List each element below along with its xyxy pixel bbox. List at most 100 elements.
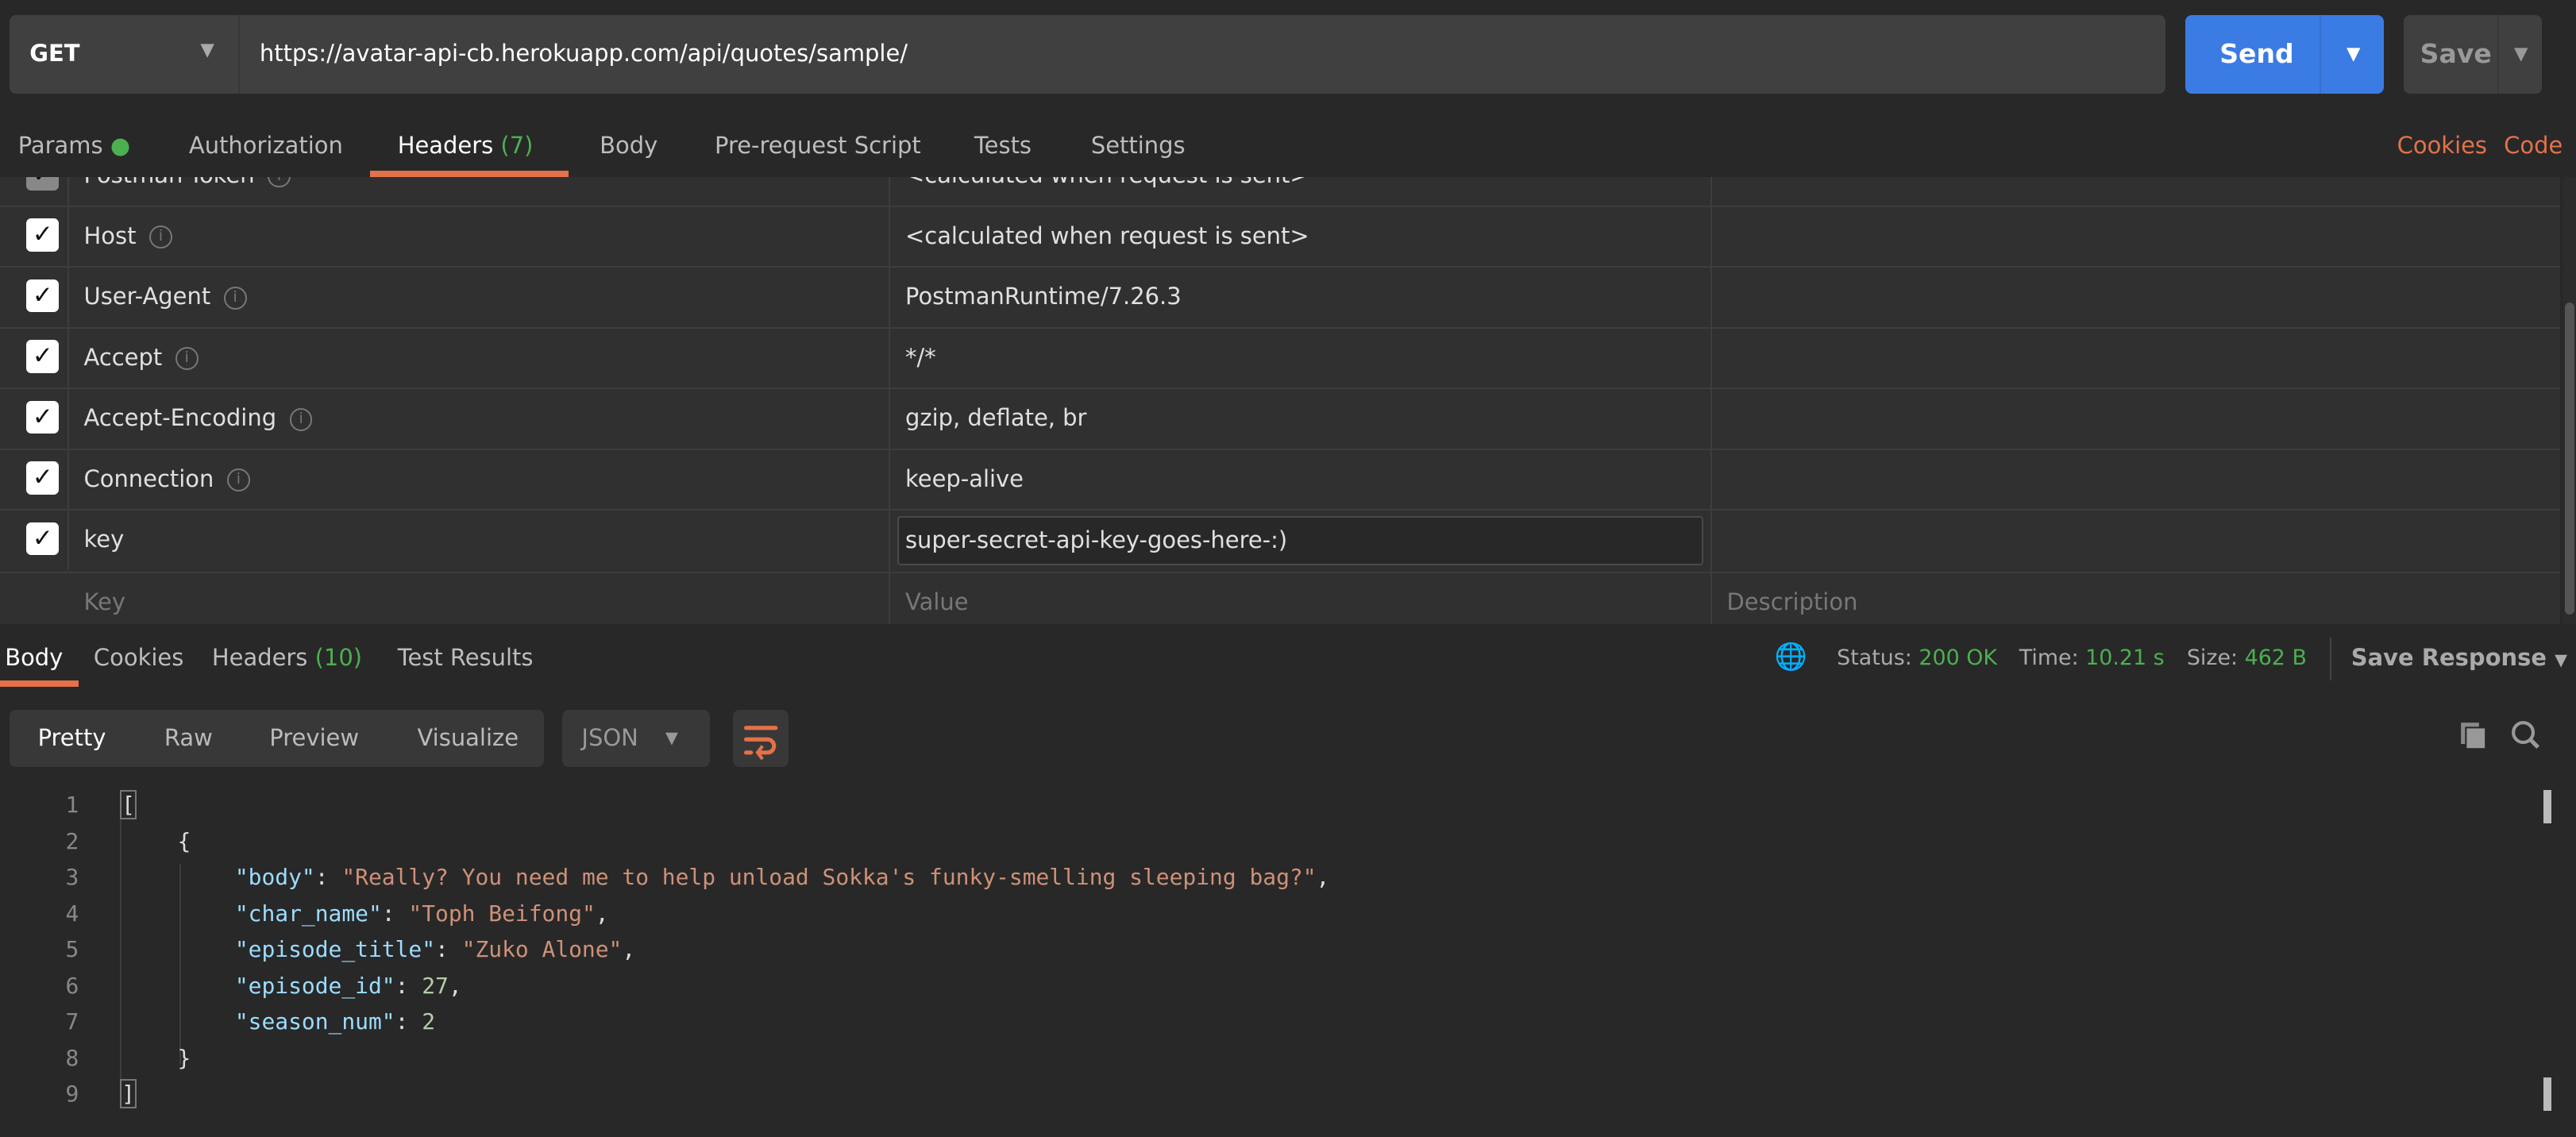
editor-scroll-marker[interactable] [2543,1077,2552,1111]
header-key[interactable]: User-Agent i [84,266,247,327]
header-value[interactable]: keep-alive [905,449,1024,510]
tab-params[interactable]: Params ● [18,132,130,159]
table-row: ✓ key super-secret-api-key-goes-here-:) [0,509,2560,573]
wrap-icon [743,725,778,761]
json-key: "episode_title" [234,936,436,963]
header-key[interactable]: Host i [84,206,172,267]
save-dropdown-icon[interactable]: ▼ [2497,14,2543,94]
checkbox[interactable]: ✓ [26,461,60,495]
info-icon: i [268,177,291,188]
code-bracket: ] [120,1079,137,1109]
header-key[interactable]: Accept-Encoding i [84,387,313,449]
headers-count: (7) [500,131,534,159]
json-key: "char_name" [234,900,382,927]
view-mode-switch: Pretty Raw Preview Visualize [10,709,544,768]
header-value[interactable]: <calculated when request is sent> [905,177,1309,205]
save-label: Save [2420,37,2492,69]
key-text: Host [83,222,137,249]
mode-visualize[interactable]: Visualize [418,724,519,751]
response-tab-headers[interactable]: Headers (10) [212,644,362,671]
url-input[interactable]: https://avatar-api-cb.herokuapp.com/api/… [240,14,2165,94]
scrollbar-thumb[interactable] [2564,302,2575,615]
checkbox[interactable]: ✓ [26,522,60,556]
header-key[interactable]: Connection i [84,449,250,510]
json-string: "Really? You need me to help unload Sokk… [341,864,1317,891]
chevron-down-icon: ▼ [665,727,678,747]
code-line: "char_name": "Toph Beifong", [234,900,609,927]
table-row: ✓ Postman-Token i <calculated when reques… [0,177,2560,207]
table-row: ✓ Host i <calculated when request is sent… [0,205,2560,268]
checkbox[interactable]: ✓ [26,218,60,252]
globe-lock-icon[interactable]: 🌐 [1775,641,1807,673]
info-icon: i [223,286,247,310]
key-text: Accept [83,343,163,371]
header-key[interactable]: Postman-Token i [84,177,291,205]
wrap-lines-button[interactable] [732,709,789,768]
format-value: JSON [581,724,638,752]
table-row-new: Key Value Description [0,572,2560,624]
info-icon: i [226,468,250,492]
response-tab-cookies[interactable]: Cookies [94,644,183,671]
new-key-input[interactable]: Key [84,572,126,624]
save-response-button[interactable]: Save Response ▼ [2351,644,2567,671]
send-dropdown-icon[interactable]: ▼ [2320,14,2385,94]
tab-tests[interactable]: Tests [974,132,1032,159]
info-icon: i [289,407,313,431]
new-description-input[interactable]: Description [1727,572,1858,624]
size-label: Size: [2186,646,2239,671]
checkbox[interactable]: ✓ [26,279,60,313]
mode-raw[interactable]: Raw [164,724,213,751]
tab-pre-request-script[interactable]: Pre-request Script [715,132,921,159]
code-bracket: [ [120,790,137,820]
table-row: ✓ Accept-Encoding i gzip, deflate, br [0,387,2560,450]
mode-pretty[interactable]: Pretty [38,724,106,751]
headers-count: (10) [314,644,363,672]
tab-authorization[interactable]: Authorization [189,132,343,159]
header-key[interactable]: key [84,509,125,570]
send-button[interactable]: Send ▼ [2185,14,2385,94]
mode-preview[interactable]: Preview [269,724,359,751]
format-select[interactable]: JSON ▼ [561,709,710,768]
search-icon[interactable] [2510,719,2543,752]
tab-headers[interactable]: Headers (7) [398,132,534,159]
size-readout: Size: 462 B [2187,646,2307,670]
active-tab-indicator [369,171,569,178]
checkbox[interactable]: ✓ [26,400,60,434]
empty-cell [0,572,67,624]
header-value-input[interactable]: super-secret-api-key-goes-here-:) [897,515,1704,565]
editor-scroll-marker[interactable] [2543,790,2552,823]
header-value[interactable]: <calculated when request is sent> [905,206,1309,267]
checkbox[interactable]: ✓ [26,340,60,373]
line-number: 5 [65,936,79,963]
cookies-link[interactable]: Cookies [2397,132,2487,159]
copy-icon[interactable] [2458,719,2490,752]
response-tab-body[interactable]: Body [5,644,63,671]
header-value[interactable]: */* [905,327,936,388]
response-tab-test-results[interactable]: Test Results [398,644,534,671]
headers-scrollbar[interactable] [2563,177,2576,625]
checkbox-cell: ✓ [0,509,69,570]
line-number: 9 [65,1081,79,1108]
json-number: 2 [422,1008,436,1035]
line-number: 4 [65,900,79,927]
tab-settings[interactable]: Settings [1091,132,1186,159]
status-value: 200 OK [1919,646,1998,671]
status-readout: Status: 200 OK [1837,646,1997,670]
line-number: 6 [65,972,79,999]
method-select[interactable]: GET ▼ [10,14,240,94]
info-icon: i [175,347,199,371]
checkbox[interactable]: ✓ [26,177,60,191]
key-text: User-Agent [83,283,211,310]
tab-body[interactable]: Body [600,132,657,159]
save-button[interactable]: Save ▼ [2403,14,2543,94]
json-string: "Zuko Alone" [461,936,623,963]
code-link[interactable]: Code [2504,132,2563,159]
info-icon: i [149,225,172,249]
line-number: 1 [65,792,79,819]
header-key[interactable]: Accept i [84,327,199,388]
header-value[interactable]: gzip, deflate, br [905,387,1086,449]
header-value[interactable]: PostmanRuntime/7.26.3 [905,266,1182,327]
key-text: Accept-Encoding [83,404,277,432]
new-value-input[interactable]: Value [905,572,969,624]
checkbox-cell: ✓ [0,266,69,327]
